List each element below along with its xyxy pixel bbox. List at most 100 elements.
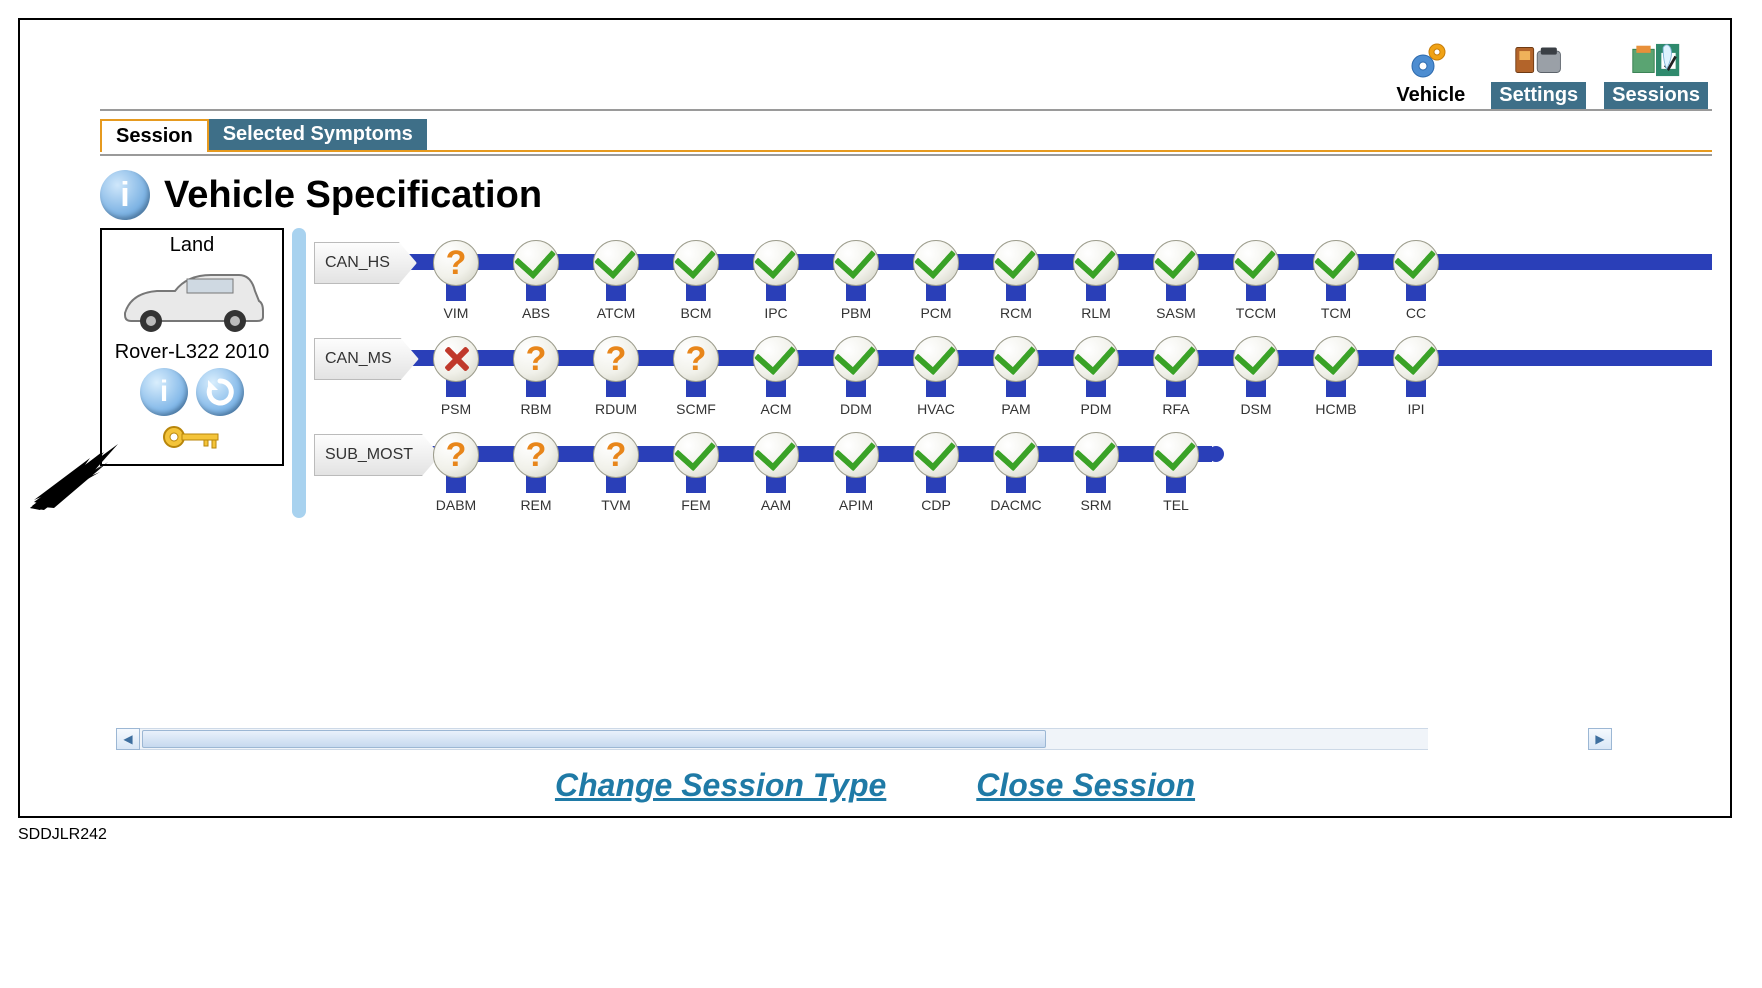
module-label: ABS — [522, 305, 550, 321]
module-label: AAM — [761, 497, 791, 513]
tab-selected-symptoms[interactable]: Selected Symptoms — [209, 119, 427, 150]
page-title: Vehicle Specification — [164, 174, 542, 217]
status-ok-icon — [1233, 336, 1279, 382]
module-node[interactable]: IPC — [752, 228, 800, 321]
bus-label[interactable]: SUB_MOST — [314, 434, 440, 476]
module-node[interactable]: TCM — [1312, 228, 1360, 321]
module-label: RBM — [520, 401, 551, 417]
module-node[interactable]: IPI — [1392, 324, 1440, 417]
module-node[interactable]: SRM — [1072, 420, 1120, 513]
bus-nodes: PSM?RBM?RDUM?SCMFACMDDMHVACPAMPDMRFADSMH… — [432, 324, 1440, 417]
module-node[interactable]: HVAC — [912, 324, 960, 417]
status-ok-icon — [1153, 336, 1199, 382]
vehicle-info-button[interactable]: i — [140, 368, 188, 416]
status-ok-icon — [833, 240, 879, 286]
tab-session[interactable]: Session — [100, 119, 209, 152]
status-ok-icon — [753, 432, 799, 478]
module-node[interactable]: ?RBM — [512, 324, 560, 417]
gears-icon — [1406, 38, 1456, 82]
figure-id: SDDJLR242 — [18, 826, 1762, 844]
module-node[interactable]: RLM — [1072, 228, 1120, 321]
vehicle-line1: Land — [110, 234, 274, 257]
module-node[interactable]: ?SCMF — [672, 324, 720, 417]
module-label: FEM — [681, 497, 711, 513]
module-node[interactable]: DDM — [832, 324, 880, 417]
module-label: DDM — [840, 401, 872, 417]
module-node[interactable]: TCCM — [1232, 228, 1280, 321]
scroll-track[interactable] — [140, 728, 1428, 750]
status-ok-icon — [993, 336, 1039, 382]
status-ok-icon — [1233, 240, 1279, 286]
module-node[interactable]: AAM — [752, 420, 800, 513]
status-error-icon — [433, 336, 479, 382]
key-icon[interactable] — [110, 422, 274, 458]
module-label: VIM — [444, 305, 469, 321]
change-session-type-link[interactable]: Change Session Type — [555, 767, 886, 804]
module-node[interactable]: PCM — [912, 228, 960, 321]
module-label: HCMB — [1315, 401, 1356, 417]
module-node[interactable]: ? RDUM — [592, 324, 640, 417]
module-node[interactable]: ?DABM — [432, 420, 480, 513]
module-node[interactable]: DACMC — [992, 420, 1040, 513]
module-node[interactable]: ACM — [752, 324, 800, 417]
scroll-thumb[interactable] — [142, 730, 1046, 748]
module-label: RLM — [1081, 305, 1111, 321]
status-question-icon: ? — [593, 336, 639, 382]
module-node[interactable]: CDP — [912, 420, 960, 513]
status-question-icon: ? — [593, 432, 639, 478]
toolbar-settings[interactable]: Settings — [1491, 38, 1586, 109]
module-node[interactable]: TEL — [1152, 420, 1200, 513]
module-node[interactable]: RCM — [992, 228, 1040, 321]
scroll-right-button[interactable]: ▶ — [1588, 728, 1612, 750]
module-node[interactable]: PDM — [1072, 324, 1120, 417]
status-ok-icon — [1393, 240, 1439, 286]
module-node[interactable]: ATCM — [592, 228, 640, 321]
module-label: PCM — [920, 305, 951, 321]
divider — [100, 154, 1712, 156]
module-node[interactable]: SASM — [1152, 228, 1200, 321]
vehicle-refresh-button[interactable] — [196, 368, 244, 416]
main-content: Land Rover-L322 2010 i — [100, 228, 1712, 518]
toolbar-vehicle[interactable]: Vehicle — [1388, 38, 1473, 109]
bus-row: CAN_HS? VIM ABS ATCM BCM IPC PBM PCM RCM RLM SASM T… — [314, 228, 1712, 320]
bus-label[interactable]: CAN_HS — [314, 242, 417, 284]
module-label: RDUM — [595, 401, 637, 417]
module-node[interactable]: PBM — [832, 228, 880, 321]
status-ok-icon — [673, 240, 719, 286]
module-node[interactable]: HCMB — [1312, 324, 1360, 417]
toolbar-label: Settings — [1491, 82, 1586, 109]
status-question-icon: ? — [673, 336, 719, 382]
status-question-icon: ? — [433, 240, 479, 286]
status-ok-icon — [1153, 240, 1199, 286]
status-ok-icon — [753, 336, 799, 382]
status-ok-icon — [993, 240, 1039, 286]
divider — [100, 109, 1712, 111]
module-label: TCM — [1321, 305, 1351, 321]
module-node[interactable]: DSM — [1232, 324, 1280, 417]
module-label: DSM — [1240, 401, 1271, 417]
module-label: HVAC — [917, 401, 955, 417]
module-node[interactable]: BCM — [672, 228, 720, 321]
module-node[interactable]: ABS — [512, 228, 560, 321]
scroll-left-button[interactable]: ◀ — [116, 728, 140, 750]
status-ok-icon — [913, 240, 959, 286]
module-node[interactable]: ? VIM — [432, 228, 480, 321]
module-node[interactable]: APIM — [832, 420, 880, 513]
module-node[interactable]: PSM — [432, 324, 480, 417]
close-session-link[interactable]: Close Session — [976, 767, 1195, 804]
bus-label[interactable]: CAN_MS — [314, 338, 419, 380]
info-icon: i — [100, 170, 150, 220]
module-node[interactable]: ?TVM — [592, 420, 640, 513]
module-node[interactable]: RFA — [1152, 324, 1200, 417]
horizontal-scrollbar[interactable]: ◀ ▶ — [116, 728, 1612, 750]
module-label: TCCM — [1236, 305, 1276, 321]
module-node[interactable]: PAM — [992, 324, 1040, 417]
toolbar-sessions[interactable]: Sessions — [1604, 38, 1708, 109]
module-label: ACM — [760, 401, 791, 417]
refresh-icon — [204, 376, 236, 408]
module-node[interactable]: ?REM — [512, 420, 560, 513]
module-node[interactable]: CC — [1392, 228, 1440, 321]
module-label: PBM — [841, 305, 871, 321]
status-question-icon: ? — [433, 432, 479, 478]
module-node[interactable]: FEM — [672, 420, 720, 513]
